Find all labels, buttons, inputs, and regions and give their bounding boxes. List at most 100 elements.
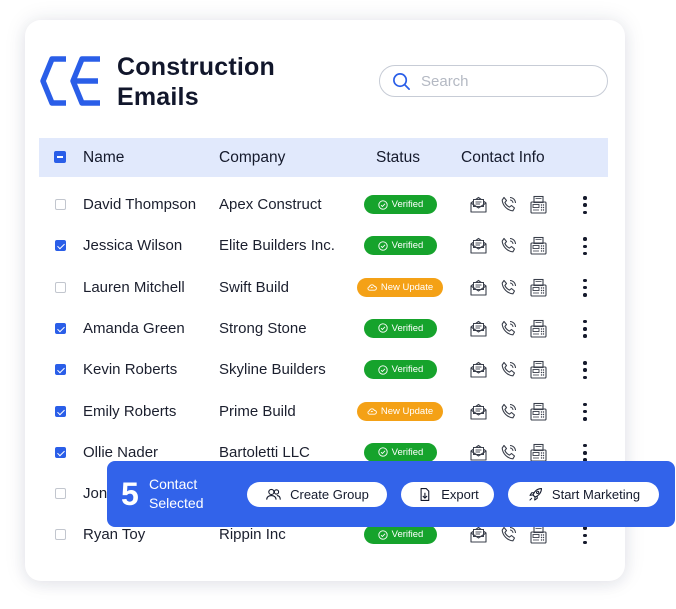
status-label: Verified [391, 364, 424, 376]
mail-contact-button[interactable] [468, 359, 489, 380]
row-checkbox[interactable] [55, 405, 66, 417]
column-header-status[interactable]: Status [376, 138, 420, 177]
mail-contact-button[interactable] [468, 318, 489, 339]
table-row[interactable]: David Thompson Apex Construct Verified [39, 184, 608, 225]
fax-contact-button[interactable] [528, 277, 549, 298]
mail-contact-button[interactable] [468, 401, 489, 422]
phone-icon [501, 362, 516, 377]
column-header-name[interactable]: Name [83, 138, 124, 177]
export-button[interactable]: Export [401, 482, 494, 507]
kebab-dot [583, 244, 587, 249]
mail-contact-button[interactable] [468, 194, 489, 215]
mail-contact-button[interactable] [468, 524, 489, 545]
contact-company: Skyline Builders [219, 361, 326, 379]
row-checkbox[interactable] [55, 281, 66, 293]
column-header-company[interactable]: Company [219, 138, 285, 177]
phone-contact-button[interactable] [498, 194, 519, 215]
status-label: Verified [391, 446, 424, 458]
kebab-dot [583, 361, 587, 365]
phone-contact-button[interactable] [498, 359, 519, 380]
kebab-menu-icon[interactable] [579, 402, 591, 421]
table-row[interactable]: Kevin Roberts Skyline Builders Verified [39, 349, 608, 390]
row-checkbox[interactable] [55, 364, 66, 376]
contact-company: Elite Builders Inc. [219, 237, 335, 255]
row-checkbox[interactable] [55, 446, 66, 458]
users-icon [266, 488, 281, 500]
phone-contact-button[interactable] [498, 524, 519, 545]
kebab-dot [583, 293, 587, 297]
kebab-menu-icon[interactable] [579, 361, 591, 380]
table-row[interactable]: Emily Roberts Prime Build New Update [39, 391, 608, 432]
phone-contact-button[interactable] [498, 401, 519, 422]
column-header-contact-info[interactable]: Contact Info [461, 138, 545, 177]
fax-contact-button[interactable] [528, 194, 549, 215]
start-marketing-label: Start Marketing [551, 487, 641, 502]
phone-contact-button[interactable] [498, 277, 519, 298]
fax-icon [530, 195, 547, 214]
ce-logo-icon [40, 56, 100, 106]
kebab-dot [583, 210, 587, 214]
phone-icon [501, 527, 516, 542]
selected-label: Contact Selected [149, 475, 229, 513]
search-box[interactable] [379, 65, 608, 97]
fax-icon [530, 361, 547, 379]
phone-contact-button[interactable] [498, 318, 519, 339]
phone-icon [501, 196, 516, 212]
table-row[interactable]: Lauren Mitchell Swift Build New Update [39, 267, 608, 308]
mail-contact-button[interactable] [468, 442, 489, 463]
fax-contact-button[interactable] [528, 318, 549, 339]
search-icon [393, 72, 410, 90]
kebab-menu-icon[interactable] [579, 196, 591, 214]
phone-contact-button[interactable] [498, 235, 519, 256]
brand-line-2: Emails [117, 83, 199, 111]
kebab-menu-icon[interactable] [579, 278, 591, 297]
mail-icon [470, 403, 487, 420]
kebab-menu-icon[interactable] [579, 237, 591, 256]
fax-icon [530, 319, 547, 338]
kebab-menu-icon[interactable] [579, 319, 591, 338]
mail-icon [470, 238, 487, 254]
mail-contact-button[interactable] [468, 277, 489, 298]
create-group-button[interactable]: Create Group [247, 482, 387, 507]
mail-icon [470, 527, 487, 543]
fax-contact-button[interactable] [528, 524, 549, 545]
kebab-dot [583, 533, 587, 538]
fax-contact-button[interactable] [528, 359, 549, 380]
status-label: New Update [380, 281, 434, 293]
selection-bar: 5 Contact Selected Create Group Export S… [107, 461, 675, 527]
kebab-menu-icon[interactable] [579, 443, 591, 462]
contact-company: Prime Build [219, 402, 296, 420]
kebab-dot [583, 196, 587, 200]
kebab-dot [583, 540, 587, 545]
cloud-sync-icon [367, 408, 377, 415]
kebab-dot [583, 285, 587, 290]
row-checkbox[interactable] [55, 529, 66, 541]
selected-label-line-1: Contact [149, 476, 198, 492]
phone-contact-button[interactable] [498, 442, 519, 463]
fax-contact-button[interactable] [528, 235, 549, 256]
table-row[interactable]: Jessica Wilson Elite Builders Inc. Verifie… [39, 225, 608, 266]
status-badge: Verified [364, 236, 437, 256]
row-checkbox[interactable] [55, 488, 66, 500]
status-label: New Update [380, 405, 434, 417]
table-row[interactable]: Amanda Green Strong Stone Verified [39, 308, 608, 349]
fax-contact-button[interactable] [528, 401, 549, 422]
export-label: Export [441, 487, 479, 502]
select-all-checkbox[interactable] [54, 151, 66, 163]
row-checkbox[interactable] [55, 322, 66, 334]
search-input[interactable] [421, 72, 591, 90]
contact-name: David Thompson [83, 196, 197, 213]
status-label: Verified [391, 529, 424, 541]
fax-contact-button[interactable] [528, 442, 549, 463]
status-badge: Verified [364, 195, 437, 214]
row-checkbox[interactable] [55, 240, 66, 252]
status-badge: Verified [364, 318, 437, 338]
create-group-label: Create Group [290, 487, 369, 502]
start-marketing-button[interactable]: Start Marketing [508, 482, 659, 507]
contact-name: Lauren Mitchell [83, 278, 185, 296]
mail-contact-button[interactable] [468, 235, 489, 256]
kebab-menu-icon[interactable] [579, 526, 591, 545]
contact-name: Kevin Roberts [83, 361, 178, 379]
row-checkbox[interactable] [55, 199, 66, 210]
fax-icon [530, 526, 547, 544]
